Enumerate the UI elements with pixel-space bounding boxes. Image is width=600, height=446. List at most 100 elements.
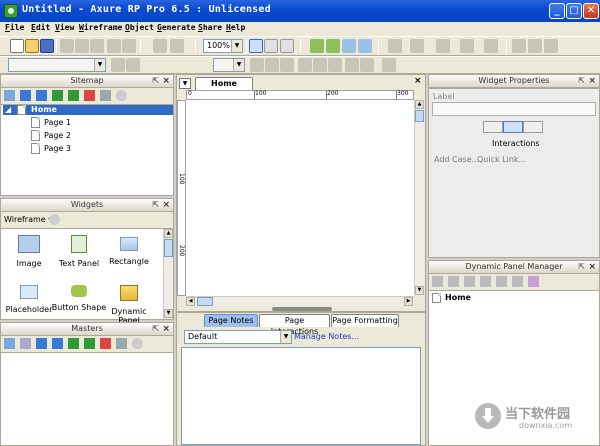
move-up-icon[interactable] xyxy=(464,276,475,287)
menu-share[interactable]: Share xyxy=(198,23,222,32)
distribute-icon[interactable] xyxy=(544,39,558,53)
ungroup-icon[interactable] xyxy=(326,39,340,53)
dpm-item-home[interactable]: Home xyxy=(445,293,471,302)
scroll-right-icon[interactable]: ▶ xyxy=(404,297,413,306)
menu-object[interactable]: Object xyxy=(125,23,154,32)
group-icon[interactable] xyxy=(310,39,324,53)
widgets-scrollbar[interactable]: ▲ ▼ xyxy=(163,229,173,319)
new-file-icon[interactable] xyxy=(10,39,24,53)
scroll-down-icon[interactable]: ▼ xyxy=(164,309,173,318)
text-align-left-icon[interactable] xyxy=(298,58,312,72)
sitemap-item-page3[interactable]: Page 3 xyxy=(44,144,71,153)
scroll-thumb[interactable] xyxy=(415,110,424,122)
filter-icon[interactable] xyxy=(528,276,539,287)
design-canvas[interactable] xyxy=(186,100,414,296)
menu-help[interactable]: Help xyxy=(226,23,245,32)
add-state-icon[interactable] xyxy=(432,276,443,287)
font-size-select[interactable]: ▼ xyxy=(213,58,245,72)
pin-icon[interactable]: ⇱ xyxy=(152,323,159,335)
indent-icon[interactable] xyxy=(52,90,63,101)
maximize-button[interactable]: □ xyxy=(566,3,582,19)
manage-notes-link[interactable]: Manage Notes... xyxy=(294,332,359,341)
widget-text-panel[interactable]: Text Panel xyxy=(51,235,107,268)
scroll-down-icon[interactable]: ▼ xyxy=(415,286,424,295)
close-icon[interactable]: × xyxy=(162,323,170,335)
fill-color-icon[interactable] xyxy=(388,39,402,53)
move-up-icon[interactable] xyxy=(36,338,47,349)
cut-icon[interactable] xyxy=(60,39,74,53)
style-icon[interactable] xyxy=(111,58,125,72)
widget-dynamic-panel[interactable]: Dynamic Panel xyxy=(101,285,157,325)
move-down-icon[interactable] xyxy=(36,90,47,101)
tab-page-notes[interactable]: Page Notes xyxy=(204,314,258,327)
add-master-icon[interactable] xyxy=(4,338,15,349)
library-select[interactable]: Wireframe ▾ xyxy=(4,215,52,224)
outdent-icon[interactable] xyxy=(84,338,95,349)
close-icon[interactable]: × xyxy=(162,75,170,87)
scroll-thumb[interactable] xyxy=(197,297,213,306)
align-left-icon[interactable] xyxy=(512,39,526,53)
minimize-button[interactable]: _ xyxy=(549,3,565,19)
scroll-up-icon[interactable]: ▲ xyxy=(164,229,173,238)
search-icon[interactable] xyxy=(116,90,127,101)
tab-home[interactable]: Home xyxy=(195,77,253,90)
search-icon[interactable] xyxy=(49,214,60,225)
delete-state-icon[interactable] xyxy=(496,276,507,287)
close-icon[interactable]: × xyxy=(588,75,596,87)
line-color-icon[interactable] xyxy=(410,39,424,53)
sitemap-item-page2[interactable]: Page 2 xyxy=(44,131,71,140)
copy-icon[interactable] xyxy=(75,39,89,53)
rename-icon[interactable] xyxy=(100,90,111,101)
arrow-style-icon[interactable] xyxy=(484,39,498,53)
label-input[interactable] xyxy=(432,102,596,116)
add-case-link[interactable]: Add Case... xyxy=(434,155,479,164)
move-up-icon[interactable] xyxy=(20,90,31,101)
indent-icon[interactable] xyxy=(68,338,79,349)
menu-generate[interactable]: Generate xyxy=(157,23,196,32)
menu-file[interactable]: File xyxy=(5,23,24,32)
redo-icon[interactable] xyxy=(122,39,136,53)
text-color-icon[interactable] xyxy=(382,58,396,72)
scroll-thumb[interactable] xyxy=(164,239,173,257)
close-icon[interactable]: × xyxy=(162,199,170,211)
close-tab-icon[interactable]: × xyxy=(414,76,422,86)
outdent-icon[interactable] xyxy=(68,90,79,101)
close-icon[interactable]: × xyxy=(588,261,596,273)
bring-front-icon[interactable] xyxy=(342,39,356,53)
open-folder-icon[interactable] xyxy=(25,39,39,53)
menu-edit[interactable]: Edit xyxy=(31,23,50,32)
splitter-handle[interactable] xyxy=(272,307,332,311)
pin-icon[interactable]: ⇱ xyxy=(578,75,585,87)
connector-icon[interactable] xyxy=(264,39,278,53)
format-icon[interactable] xyxy=(170,39,184,53)
flow-icon[interactable] xyxy=(280,39,294,53)
widget-button-shape[interactable]: Button Shape xyxy=(51,285,107,312)
widget-rectangle[interactable]: Rectangle xyxy=(101,235,157,266)
add-page-icon[interactable] xyxy=(4,90,15,101)
italic-icon[interactable] xyxy=(265,58,279,72)
canvas-vscrollbar[interactable]: ▲ ▼ xyxy=(414,100,424,296)
select-pointer-icon[interactable] xyxy=(249,39,263,53)
rename-icon[interactable] xyxy=(116,338,127,349)
close-button[interactable]: ✕ xyxy=(583,3,599,19)
move-down-icon[interactable] xyxy=(52,338,63,349)
menu-wireframe[interactable]: Wireframe xyxy=(79,23,122,32)
save-icon[interactable] xyxy=(40,39,54,53)
format-painter-icon[interactable] xyxy=(153,39,167,53)
pin-icon[interactable]: ⇱ xyxy=(152,75,159,87)
line-width-icon[interactable] xyxy=(436,39,450,53)
tab-page-formatting[interactable]: Page Formatting xyxy=(331,314,399,327)
move-down-icon[interactable] xyxy=(480,276,491,287)
edit-state-icon[interactable] xyxy=(512,276,523,287)
line-style-icon[interactable] xyxy=(460,39,474,53)
quick-link-link[interactable]: Quick Link... xyxy=(477,155,526,164)
menu-view[interactable]: View xyxy=(55,23,74,32)
widget-placeholder[interactable]: Placeholder xyxy=(1,285,57,314)
search-icon[interactable] xyxy=(132,338,143,349)
annotation-tab-icon[interactable] xyxy=(483,121,503,133)
zoom-select[interactable]: 100% ▼ xyxy=(203,39,243,53)
notes-set-select[interactable]: Default ▼ xyxy=(184,330,292,344)
undo-icon[interactable] xyxy=(107,39,121,53)
underline-icon[interactable] xyxy=(280,58,294,72)
font-family-select[interactable]: ▼ xyxy=(8,58,106,72)
